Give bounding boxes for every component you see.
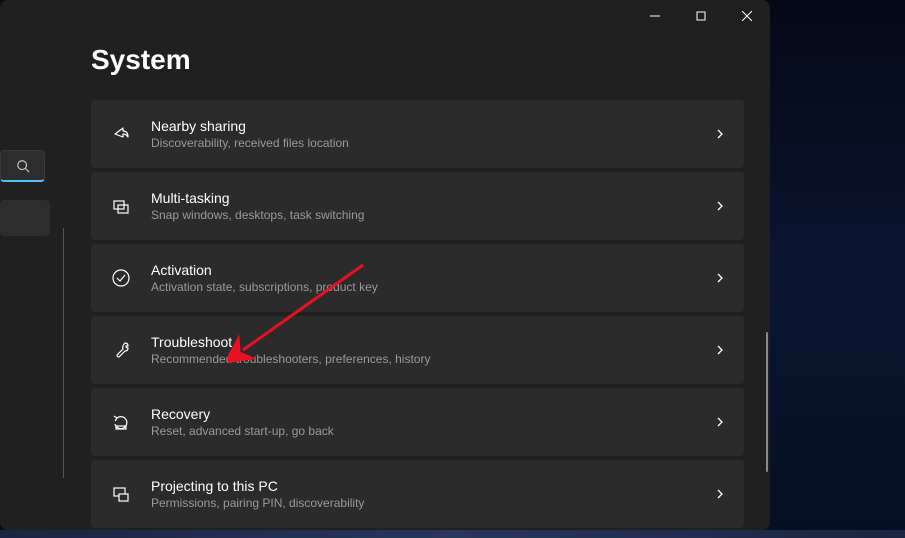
chevron-right-icon <box>714 416 726 428</box>
setting-text: Multi-tasking Snap windows, desktops, ta… <box>151 190 714 222</box>
settings-list: Nearby sharing Discoverability, received… <box>91 100 744 528</box>
setting-text: Activation Activation state, subscriptio… <box>151 262 714 294</box>
main-content: System Nearby sharing Discoverability, r… <box>55 32 770 530</box>
close-icon <box>742 11 752 21</box>
setting-projecting[interactable]: Projecting to this PC Permissions, pairi… <box>91 460 744 528</box>
setting-title: Recovery <box>151 406 714 422</box>
share-icon <box>109 122 133 146</box>
setting-activation[interactable]: Activation Activation state, subscriptio… <box>91 244 744 312</box>
maximize-icon <box>696 11 706 21</box>
setting-title: Multi-tasking <box>151 190 714 206</box>
chevron-right-icon <box>714 344 726 356</box>
chevron-right-icon <box>714 128 726 140</box>
setting-title: Projecting to this PC <box>151 478 714 494</box>
setting-multi-tasking[interactable]: Multi-tasking Snap windows, desktops, ta… <box>91 172 744 240</box>
maximize-button[interactable] <box>678 0 724 32</box>
scrollbar[interactable] <box>766 332 768 472</box>
check-circle-icon <box>109 266 133 290</box>
setting-desc: Recommended troubleshooters, preferences… <box>151 352 714 366</box>
search-icon <box>16 159 30 173</box>
setting-desc: Reset, advanced start-up, go back <box>151 424 714 438</box>
sidebar <box>0 32 55 530</box>
setting-text: Troubleshoot Recommended troubleshooters… <box>151 334 714 366</box>
close-button[interactable] <box>724 0 770 32</box>
setting-desc: Permissions, pairing PIN, discoverabilit… <box>151 496 714 510</box>
chevron-right-icon <box>714 272 726 284</box>
setting-troubleshoot[interactable]: Troubleshoot Recommended troubleshooters… <box>91 316 744 384</box>
desktop-background <box>765 0 905 538</box>
setting-title: Activation <box>151 262 714 278</box>
setting-title: Troubleshoot <box>151 334 714 350</box>
setting-desc: Activation state, subscriptions, product… <box>151 280 714 294</box>
titlebar <box>0 0 770 32</box>
minimize-icon <box>650 11 660 21</box>
setting-text: Recovery Reset, advanced start-up, go ba… <box>151 406 714 438</box>
search-input[interactable] <box>0 150 45 182</box>
settings-window: System Nearby sharing Discoverability, r… <box>0 0 770 530</box>
setting-title: Nearby sharing <box>151 118 714 134</box>
recovery-icon <box>109 410 133 434</box>
taskbar <box>0 530 905 538</box>
page-title: System <box>91 44 744 76</box>
chevron-right-icon <box>714 200 726 212</box>
setting-text: Projecting to this PC Permissions, pairi… <box>151 478 714 510</box>
window-body: System Nearby sharing Discoverability, r… <box>0 32 770 530</box>
setting-desc: Discoverability, received files location <box>151 136 714 150</box>
project-icon <box>109 482 133 506</box>
multitask-icon <box>109 194 133 218</box>
setting-desc: Snap windows, desktops, task switching <box>151 208 714 222</box>
wrench-icon <box>109 338 133 362</box>
setting-nearby-sharing[interactable]: Nearby sharing Discoverability, received… <box>91 100 744 168</box>
setting-text: Nearby sharing Discoverability, received… <box>151 118 714 150</box>
sidebar-item-system[interactable] <box>0 200 50 236</box>
chevron-right-icon <box>714 488 726 500</box>
setting-recovery[interactable]: Recovery Reset, advanced start-up, go ba… <box>91 388 744 456</box>
minimize-button[interactable] <box>632 0 678 32</box>
